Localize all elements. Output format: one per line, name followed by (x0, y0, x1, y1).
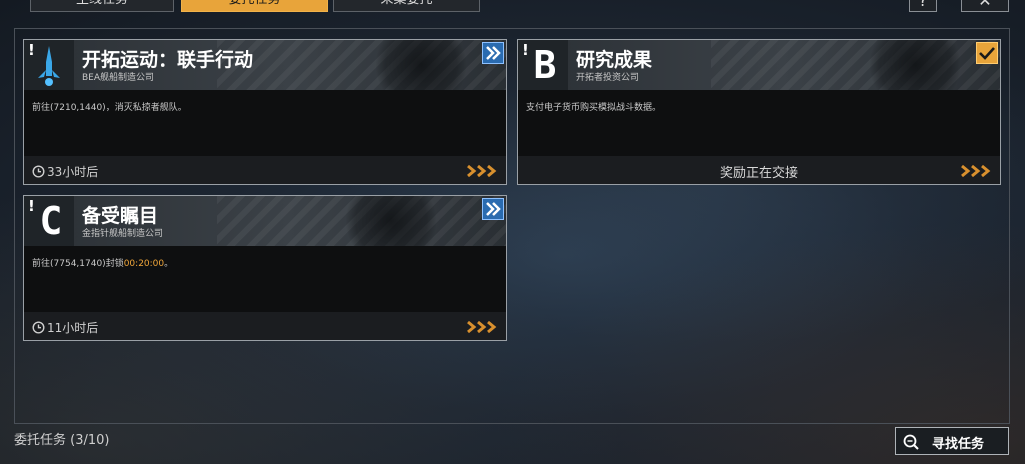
rank-letter: B (533, 43, 557, 87)
task-timer: 33小时后 (32, 163, 98, 180)
rank-letter: C (39, 199, 63, 243)
task-emblem: ! (24, 40, 74, 90)
header-ship-art (336, 196, 446, 246)
card-header: ! 开拓运动：联手行动 BEA舰船制造公司 (24, 40, 506, 90)
clock-icon (32, 321, 45, 334)
reward-status: 奖励正在交接 (719, 166, 798, 181)
task-card[interactable]: ! 开拓运动：联手行动 BEA舰船制造公司 前往(7210,1440)，消灭私掠… (23, 39, 507, 185)
find-task-label: 寻找任务 (932, 437, 985, 452)
tab-commission[interactable]: 委托任务 (181, 0, 328, 12)
task-title: 开拓运动：联手行动 (82, 49, 254, 71)
task-card[interactable]: ! B 研究成果 开拓者投资公司 支付电子货币购买模拟战斗数据。 奖励正在交接 (517, 39, 1001, 185)
find-task-button[interactable]: 寻找任务 (895, 427, 1009, 455)
checkmark-icon[interactable] (976, 42, 998, 64)
task-description: 前往(7754,1740)封锁00:20:00。 (32, 259, 174, 269)
task-description: 支付电子货币购买模拟战斗数据。 (526, 103, 662, 113)
task-emblem: ! B (518, 40, 568, 90)
rocket-icon (38, 46, 60, 86)
task-title: 研究成果 (576, 49, 653, 71)
close-button[interactable]: ✕ (961, 0, 1009, 12)
card-header: ! C 备受瞩目 金指针舰船制造公司 (24, 196, 506, 246)
triple-chevron-icon[interactable] (466, 164, 500, 178)
close-icon: ✕ (978, 0, 992, 10)
frame-line-right (1009, 28, 1010, 424)
task-description: 前往(7210,1440)，消灭私掠者舰队。 (32, 103, 187, 113)
frame-line-bottom (14, 423, 1010, 424)
tab-gathering[interactable]: 采集委托 (333, 0, 480, 12)
triple-chevron-icon[interactable] (466, 320, 500, 334)
frame-line-left (14, 28, 15, 424)
header-ship-art (366, 40, 476, 90)
task-timer: 11小时后 (32, 319, 98, 336)
card-footer: 11小时后 (24, 312, 506, 340)
help-button[interactable]: ? (909, 0, 937, 12)
frame-line-top (14, 28, 1010, 29)
task-issuer: 金指针舰船制造公司 (82, 229, 164, 239)
countdown-highlight: 00:20:00 (123, 259, 165, 269)
card-footer: 33小时后 (24, 156, 506, 184)
background-decor-text (795, 335, 985, 373)
triple-chevron-icon[interactable] (960, 164, 994, 178)
search-task-icon (903, 434, 919, 450)
card-header: ! B 研究成果 开拓者投资公司 (518, 40, 1000, 90)
task-issuer: 开拓者投资公司 (576, 73, 640, 83)
background-decor-text (4, 353, 214, 379)
task-card[interactable]: ! C 备受瞩目 金指针舰船制造公司 前往(7754,1740)封锁00:20:… (23, 195, 507, 341)
task-emblem: ! C (24, 196, 74, 246)
clock-icon (32, 165, 45, 178)
double-chevron-icon[interactable] (482, 42, 504, 64)
double-chevron-icon[interactable] (482, 198, 504, 220)
task-title: 备受瞩目 (82, 205, 159, 227)
tab-main-quest[interactable]: 主线任务 (30, 0, 174, 12)
task-count-label: 委托任务 (3/10) (14, 433, 110, 448)
card-footer: 奖励正在交接 (518, 156, 1000, 184)
header-ship-art (860, 40, 970, 90)
task-issuer: BEA舰船制造公司 (82, 73, 155, 83)
